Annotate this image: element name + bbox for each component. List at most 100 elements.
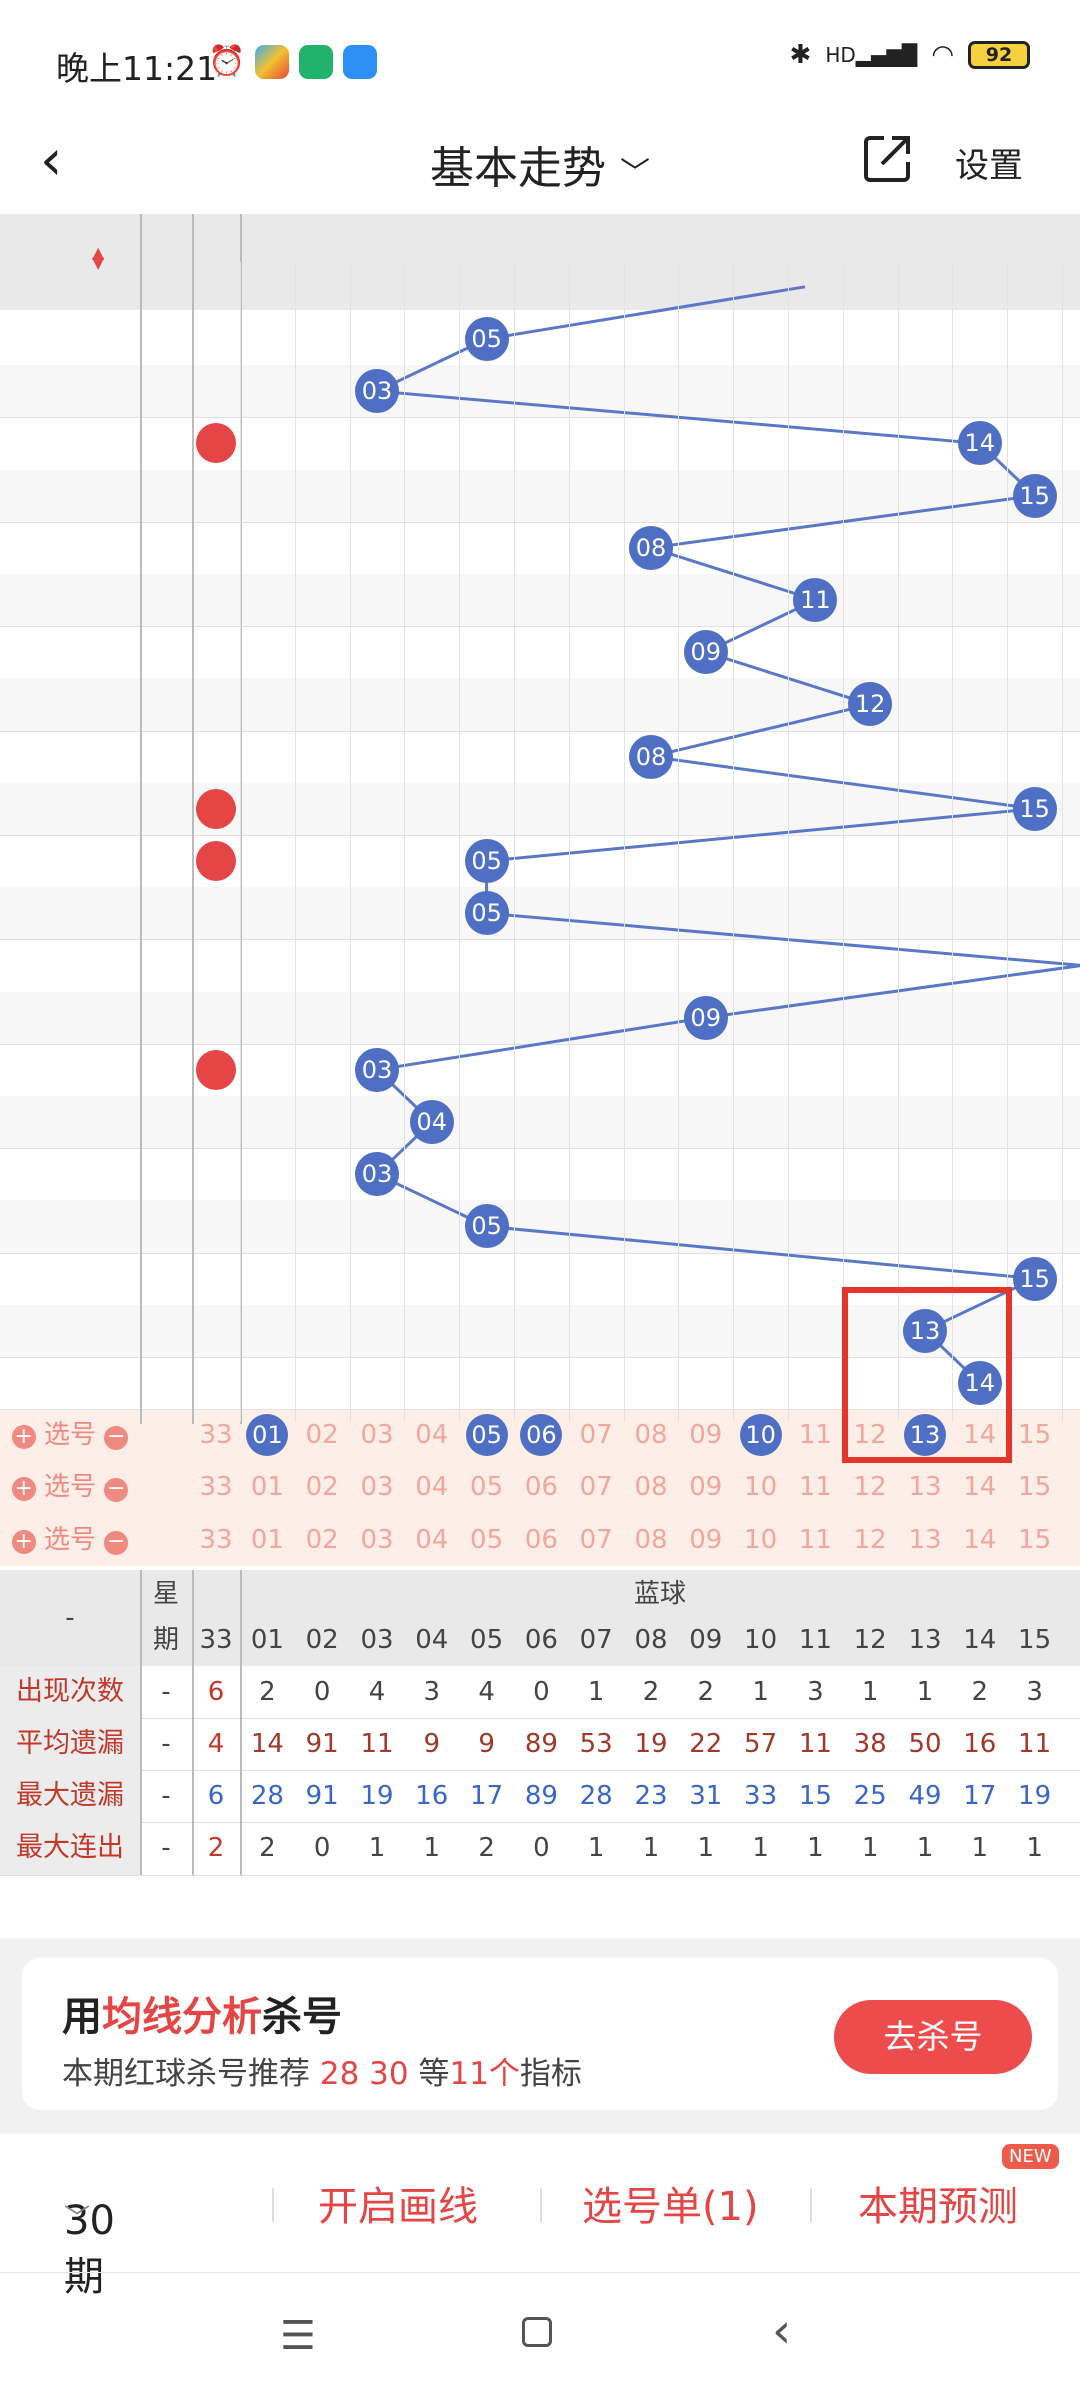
period-cell xyxy=(0,1357,140,1409)
trend-cell xyxy=(788,1357,843,1409)
pick-cell[interactable]: 02 xyxy=(295,1514,350,1566)
pick-cell[interactable]: 05 xyxy=(459,1461,514,1513)
pick-cell[interactable]: 12 xyxy=(843,1514,898,1566)
minus-icon[interactable]: − xyxy=(104,1478,129,1503)
pick-col33[interactable]: 33 xyxy=(192,1461,240,1513)
pick-list-button[interactable]: 选号单(1) xyxy=(582,2174,759,2232)
stats-cell: 1 xyxy=(807,1833,824,1864)
trend-cell xyxy=(240,470,295,522)
selected-blue-ball[interactable]: 05 xyxy=(465,1414,508,1457)
plus-icon[interactable]: + xyxy=(11,1425,36,1450)
pick-cell[interactable]: 06 xyxy=(514,1461,569,1513)
pick-cell[interactable]: 11 xyxy=(788,1409,843,1461)
predict-button[interactable]: 本期预测 xyxy=(858,2174,1018,2232)
column-divider xyxy=(349,262,351,1422)
stats-cell: 1 xyxy=(916,1833,934,1864)
trend-cell xyxy=(514,731,569,783)
pick-cell[interactable]: 13 xyxy=(898,1461,953,1513)
status-time: 晚上11:21 xyxy=(56,49,218,88)
stats-cell: 17 xyxy=(470,1781,504,1812)
pick-cell[interactable]: 11 xyxy=(788,1461,843,1513)
stats-row-label: 最大连出 xyxy=(0,1822,140,1875)
pick-cell[interactable]: 07 xyxy=(569,1514,624,1566)
pick-cell[interactable]: 04 xyxy=(404,1409,459,1461)
pick-cell[interactable]: 15 xyxy=(1007,1514,1062,1566)
pick-cell[interactable]: 04 xyxy=(404,1514,459,1566)
pick-cell[interactable]: 10 xyxy=(733,1461,788,1513)
pick-cell[interactable]: 03 xyxy=(350,1409,405,1461)
pick-cell[interactable]: 02 xyxy=(295,1461,350,1513)
period-header[interactable] xyxy=(0,236,140,288)
trend-cell xyxy=(952,522,1007,574)
kill-number-card: 用均线分析杀号 本期红球杀号推荐 28 30 等11个指标 去杀号 xyxy=(22,1958,1058,2110)
col33-cell xyxy=(192,470,240,522)
sort-icon[interactable]: ▲▼ xyxy=(92,245,106,271)
minus-icon[interactable]: − xyxy=(104,1530,129,1555)
menu-icon[interactable]: ☰ xyxy=(280,2313,316,2359)
pick-row-label[interactable]: + 选号 − xyxy=(0,1461,140,1513)
pick-cell[interactable]: 15 xyxy=(1007,1409,1062,1461)
trend-cell xyxy=(624,1200,679,1252)
home-icon[interactable] xyxy=(522,2317,552,2347)
settings-button[interactable]: 设置 xyxy=(955,138,1023,187)
stats-cell: 11 xyxy=(360,1729,394,1759)
stats-cell: 23 xyxy=(634,1781,668,1812)
pick-cell[interactable]: 02 xyxy=(295,1409,350,1461)
pick-cell[interactable]: 12 xyxy=(843,1461,898,1513)
pick-cell[interactable]: 03 xyxy=(350,1514,405,1566)
pick-cell[interactable]: 08 xyxy=(624,1514,679,1566)
pick-cell[interactable]: 06 xyxy=(514,1514,569,1566)
stats-cell: 22 xyxy=(689,1729,723,1759)
pick-cell[interactable]: 07 xyxy=(569,1461,624,1513)
selected-blue-ball[interactable]: 10 xyxy=(739,1414,782,1457)
trend-cell xyxy=(404,887,459,939)
stats-cell: 1 xyxy=(1026,1833,1043,1864)
pick-row-label[interactable]: + 选号 − xyxy=(0,1409,140,1461)
col33-cell xyxy=(192,992,240,1044)
share-icon[interactable] xyxy=(862,132,914,184)
pick-col33[interactable]: 33 xyxy=(192,1409,240,1461)
back-nav-icon[interactable]: ‹ xyxy=(772,2303,791,2359)
plus-icon[interactable]: + xyxy=(11,1529,36,1554)
pick-cell[interactable]: 10 xyxy=(733,1514,788,1566)
minus-icon[interactable]: − xyxy=(104,1426,129,1451)
pick-cell[interactable]: 05 xyxy=(459,1514,514,1566)
stats-cell: 2 xyxy=(259,1676,276,1707)
pick-row-label[interactable]: + 选号 − xyxy=(0,1514,140,1566)
status-bar: 晚上11:21 ⏰ ✱ HD▂▄▆█ ◠ 92 xyxy=(0,0,1080,126)
period-cell xyxy=(0,365,140,417)
weekday-cell xyxy=(140,365,192,417)
trend-cell xyxy=(678,1044,733,1096)
stats-cell: 2 xyxy=(259,1833,276,1864)
page-title[interactable]: 基本走势 ﹀ xyxy=(0,132,1080,196)
pick-col33[interactable]: 33 xyxy=(192,1514,240,1566)
pick-cell[interactable]: 15 xyxy=(1007,1461,1062,1513)
period-cell xyxy=(0,731,140,783)
pick-cell[interactable]: 13 xyxy=(898,1514,953,1566)
pick-cell[interactable]: 03 xyxy=(350,1461,405,1513)
pick-cell[interactable]: 09 xyxy=(678,1409,733,1461)
pick-cell[interactable]: 08 xyxy=(624,1461,679,1513)
trend-cell xyxy=(295,313,350,365)
pick-cell[interactable]: 07 xyxy=(569,1409,624,1461)
pick-cell[interactable]: 09 xyxy=(678,1461,733,1513)
pick-cell[interactable]: 01 xyxy=(240,1461,295,1513)
pick-cell[interactable]: 09 xyxy=(678,1514,733,1566)
pick-cell[interactable]: 14 xyxy=(952,1514,1007,1566)
pick-cell[interactable]: 08 xyxy=(624,1409,679,1461)
plus-icon[interactable]: + xyxy=(11,1477,36,1502)
column-header: 10 xyxy=(744,1624,778,1655)
pick-cell[interactable]: 04 xyxy=(404,1461,459,1513)
blue-ball-header: 蓝球 xyxy=(633,1578,686,1609)
trend-cell xyxy=(514,1096,569,1148)
pick-cell[interactable]: 14 xyxy=(952,1461,1007,1513)
trend-cell xyxy=(459,365,514,417)
pick-cell[interactable]: 11 xyxy=(788,1514,843,1566)
pick-cell[interactable]: 01 xyxy=(240,1514,295,1566)
kill-number-button[interactable]: 去杀号 xyxy=(834,2000,1032,2074)
draw-line-button[interactable]: 开启画线 xyxy=(318,2174,478,2232)
trend-cell xyxy=(295,678,350,730)
trend-cell xyxy=(788,1305,843,1357)
trend-cell xyxy=(569,1200,624,1252)
trend-cell xyxy=(1007,1096,1062,1148)
